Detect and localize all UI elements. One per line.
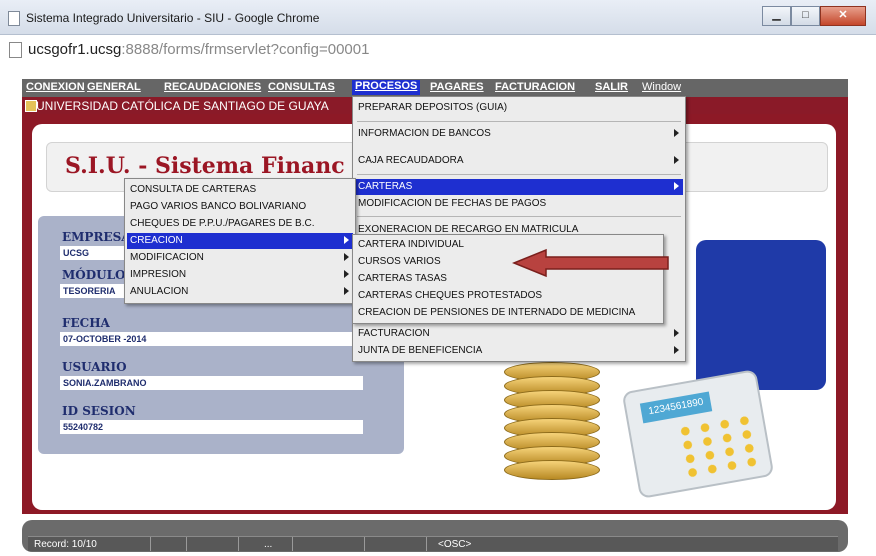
menu-item-cheques-ppu[interactable]: CHEQUES DE P.P.U./PAGARES DE B.C. xyxy=(127,216,353,232)
menu-item-consulta-carteras[interactable]: CONSULTA DE CARTERAS xyxy=(127,182,353,198)
address-bar[interactable]: ucsgofr1.ucsg:8888/forms/frmservlet?conf… xyxy=(0,35,876,65)
submenu-arrow-icon xyxy=(344,287,349,295)
menu-recaudaciones[interactable]: RECAUDACIONES xyxy=(164,81,261,93)
osc-indicator: <OSC> xyxy=(438,539,472,550)
submenu-arrow-icon xyxy=(674,329,679,337)
decorative-blue-shape xyxy=(696,240,826,390)
status-ellipsis: ... xyxy=(264,539,273,550)
url-host: ucsgofr1.ucsg xyxy=(28,41,122,58)
menu-window[interactable]: Window xyxy=(642,81,681,93)
menu-facturacion[interactable]: FACTURACION xyxy=(495,81,575,93)
coin-image xyxy=(504,460,600,480)
status-bar: Record: 10/10 ... <OSC> xyxy=(22,520,848,552)
submenu-arrow-icon xyxy=(344,236,349,244)
coin-stack-image xyxy=(504,362,600,486)
submenu-arrow-icon xyxy=(674,129,679,137)
menu-item-junta-beneficencia[interactable]: JUNTA DE BENEFICENCIA xyxy=(355,343,683,359)
fecha-label: FECHA xyxy=(62,316,110,330)
status-divider xyxy=(186,537,187,551)
menu-item-caja-recaudadora[interactable]: CAJA RECAUDADORA xyxy=(355,153,683,169)
menu-item-modificacion[interactable]: MODIFICACION xyxy=(127,250,353,266)
menu-separator xyxy=(357,121,681,122)
menu-item-modificacion-fechas[interactable]: MODIFICACION DE FECHAS DE PAGOS xyxy=(355,196,683,212)
submenu-arrow-icon xyxy=(674,346,679,354)
app-menubar: CONEXION GENERAL RECAUDACIONES CONSULTAS… xyxy=(22,79,848,97)
menu-separator xyxy=(357,216,681,217)
menu-procesos[interactable]: PROCESOS xyxy=(352,80,421,95)
usuario-field: SONIA.ZAMBRANO xyxy=(60,376,363,390)
calculator-keys xyxy=(674,412,763,482)
menu-salir[interactable]: SALIR xyxy=(595,81,628,93)
window-title: Sistema Integrado Universitario - SIU - … xyxy=(26,11,320,25)
empresa-label: EMPRESA xyxy=(62,230,131,244)
system-name: S.I.U. - Sistema Financ xyxy=(65,153,345,179)
menu-general[interactable]: GENERAL xyxy=(87,81,141,93)
menu-consultas[interactable]: CONSULTAS xyxy=(268,81,335,93)
sesion-field: 55240782 xyxy=(60,420,363,434)
menu-item-informacion-bancos[interactable]: INFORMACION DE BANCOS xyxy=(355,126,683,142)
status-divider xyxy=(292,537,293,551)
maximize-button[interactable]: □ xyxy=(791,6,820,26)
red-pointer-arrow-icon xyxy=(512,248,669,278)
usuario-label: USUARIO xyxy=(62,360,127,374)
status-divider xyxy=(364,537,365,551)
url-text[interactable]: ucsgofr1.ucsg:8888/forms/frmservlet?conf… xyxy=(28,41,369,58)
submenu-arrow-icon xyxy=(674,156,679,164)
menu-item-pensiones-internado[interactable]: CREACION DE PENSIONES DE INTERNADO DE ME… xyxy=(355,305,661,321)
submenu-arrow-icon xyxy=(674,182,679,190)
url-path: :8888/forms/frmservlet?config=00001 xyxy=(121,41,370,58)
status-divider xyxy=(238,537,239,551)
status-row: Record: 10/10 ... <OSC> xyxy=(28,536,838,551)
menu-item-cheques-protestados[interactable]: CARTERAS CHEQUES PROTESTADOS xyxy=(355,288,661,304)
sesion-label: ID SESION xyxy=(62,404,136,418)
submenu-arrow-icon xyxy=(344,253,349,261)
status-divider xyxy=(426,537,427,551)
carteras-submenu: CONSULTA DE CARTERAS PAGO VARIOS BANCO B… xyxy=(124,178,356,304)
menu-item-impresion[interactable]: IMPRESION xyxy=(127,267,353,283)
menu-item-carteras[interactable]: CARTERAS xyxy=(355,179,683,195)
menu-item-anulacion[interactable]: ANULACION xyxy=(127,284,353,300)
menu-item-pago-varios[interactable]: PAGO VARIOS BANCO BOLIVARIANO xyxy=(127,199,353,215)
close-button[interactable]: ✕ xyxy=(820,6,866,26)
minimize-button[interactable]: ▁ xyxy=(762,6,791,26)
calculator-image: 1234561890 xyxy=(621,369,775,499)
window-controls: ▁ □ ✕ xyxy=(762,6,866,26)
browser-title-bar: Sistema Integrado Universitario - SIU - … xyxy=(0,0,876,35)
menu-item-facturacion[interactable]: FACTURACION xyxy=(355,326,683,342)
menu-item-preparar-depositos[interactable]: PREPARAR DEPOSITOS (GUIA) xyxy=(355,100,683,116)
record-indicator: Record: 10/10 xyxy=(34,539,97,550)
menu-item-creacion[interactable]: CREACION xyxy=(127,233,353,249)
modulo-label: MÓDULO xyxy=(62,268,126,282)
menu-separator xyxy=(357,174,681,175)
form-title: UNIVERSIDAD CATÓLICA DE SANTIAGO DE GUAY… xyxy=(36,99,329,113)
menu-conexion[interactable]: CONEXION xyxy=(26,81,85,93)
fecha-field: 07-OCTOBER -2014 xyxy=(60,332,363,346)
menu-pagares[interactable]: PAGARES xyxy=(430,81,484,93)
page-icon xyxy=(8,11,20,26)
page-icon xyxy=(9,42,22,58)
calculator-display: 1234561890 xyxy=(639,391,713,424)
status-divider xyxy=(150,537,151,551)
submenu-arrow-icon xyxy=(344,270,349,278)
